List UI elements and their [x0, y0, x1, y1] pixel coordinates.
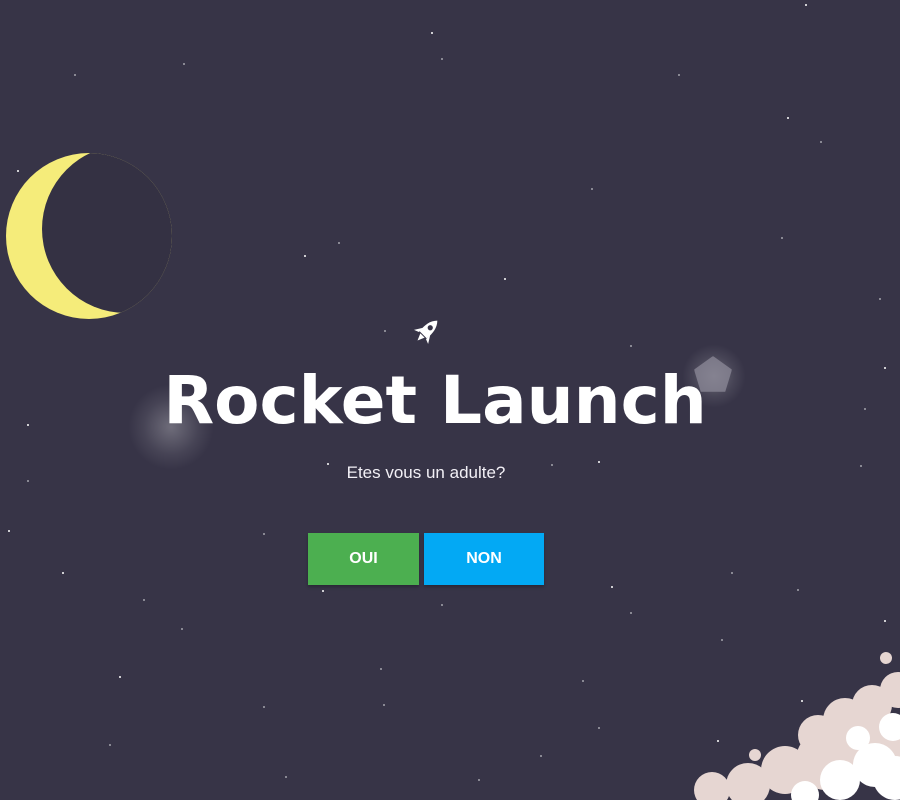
star	[478, 779, 480, 781]
age-question: Etes vous un adulte?	[346, 463, 506, 482]
star	[263, 706, 265, 708]
star	[678, 74, 680, 76]
star	[263, 533, 265, 535]
star	[183, 63, 185, 65]
star	[820, 141, 822, 143]
rocket-icon	[413, 320, 438, 345]
star	[591, 188, 593, 190]
star	[441, 604, 443, 606]
no-button[interactable]: NON	[424, 533, 544, 585]
star	[181, 628, 183, 630]
star	[17, 170, 19, 172]
star	[860, 465, 862, 467]
star	[717, 740, 719, 742]
star	[285, 776, 287, 778]
star	[630, 345, 632, 347]
page-title: Rocket Launch	[163, 362, 707, 439]
star	[119, 676, 121, 678]
star	[630, 612, 632, 614]
star	[540, 755, 542, 757]
star	[338, 242, 340, 244]
star	[431, 32, 433, 34]
star	[721, 639, 723, 641]
yes-button[interactable]: OUI	[308, 533, 419, 585]
star	[304, 255, 306, 257]
star	[805, 4, 807, 6]
star	[797, 589, 799, 591]
star	[787, 117, 789, 119]
star	[383, 704, 385, 706]
space-scene: Rocket Launch Etes vous un adulte? OUI N…	[0, 0, 900, 800]
star	[884, 367, 886, 369]
star	[109, 744, 111, 746]
star	[879, 298, 881, 300]
star	[74, 74, 76, 76]
star	[731, 572, 733, 574]
star	[8, 530, 10, 532]
star	[598, 727, 600, 729]
star	[62, 572, 64, 574]
star	[384, 330, 386, 332]
star	[380, 668, 382, 670]
star	[611, 586, 613, 588]
star	[322, 590, 324, 592]
star	[143, 599, 145, 601]
star	[441, 58, 443, 60]
star	[884, 620, 886, 622]
star	[801, 700, 803, 702]
crescent-moon	[6, 153, 172, 319]
answer-buttons: OUI NON	[308, 533, 544, 585]
moon-shadow	[42, 153, 172, 313]
star	[582, 680, 584, 682]
star	[504, 278, 506, 280]
star	[781, 237, 783, 239]
